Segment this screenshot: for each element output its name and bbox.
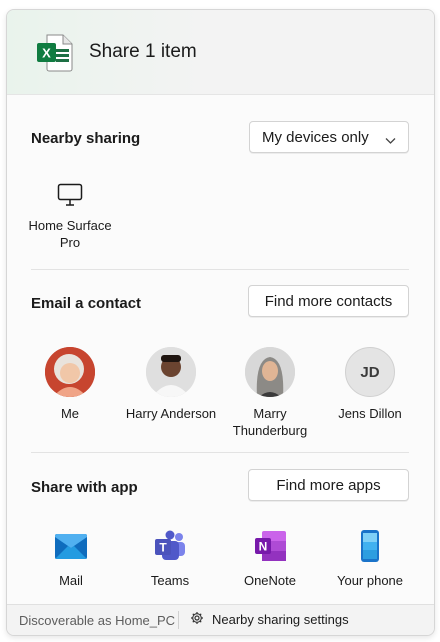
find-more-apps-button[interactable]: Find more apps	[248, 469, 409, 501]
contact-label: Harry Anderson	[125, 406, 217, 421]
dialog-footer: Discoverable as Home_PC Nearby sharing s…	[7, 604, 434, 635]
avatar-initials: JD	[360, 363, 380, 381]
divider	[31, 269, 409, 270]
dialog-body: Nearby sharing My devices only Home Surf…	[7, 94, 434, 605]
avatar	[45, 347, 95, 397]
app-mail[interactable]: Mail	[35, 528, 107, 589]
contact-harry-anderson[interactable]: Harry Anderson	[119, 347, 223, 422]
nearby-sharing-dropdown[interactable]: My devices only	[249, 121, 409, 153]
onenote-icon: N	[253, 528, 287, 564]
device-home-surface-pro[interactable]: Home Surface Pro	[27, 181, 113, 251]
svg-text:T: T	[159, 541, 167, 555]
discoverable-status: Discoverable as Home_PC	[19, 613, 176, 628]
contact-label: Me	[60, 406, 80, 421]
nearby-dropdown-value: My devices only	[262, 128, 369, 146]
device-label: Home Surface Pro	[28, 218, 112, 250]
contact-jens-dillon[interactable]: JD Jens Dillon	[327, 347, 413, 422]
contact-label: Jens Dillon	[338, 406, 402, 421]
contact-label: Marry Thunderburg	[232, 406, 308, 438]
footer-separator	[178, 611, 179, 629]
teams-icon: T	[153, 528, 187, 564]
svg-text:X: X	[42, 46, 51, 61]
phone-icon	[360, 528, 380, 564]
divider	[31, 452, 409, 453]
avatar: JD	[345, 347, 395, 397]
contact-me[interactable]: Me	[30, 347, 110, 422]
gear-icon	[190, 611, 204, 628]
monitor-icon	[57, 181, 83, 209]
find-more-contacts-button[interactable]: Find more contacts	[248, 285, 409, 317]
app-label: Teams	[150, 573, 190, 588]
avatar	[245, 347, 295, 397]
svg-text:N: N	[259, 540, 268, 554]
app-your-phone[interactable]: Your phone	[327, 528, 413, 589]
contact-marry-thunderburg[interactable]: Marry Thunderburg	[225, 347, 315, 439]
mail-icon	[54, 528, 88, 564]
settings-label: Nearby sharing settings	[212, 612, 349, 627]
app-label: Mail	[59, 573, 83, 588]
nearby-sharing-settings-link[interactable]: Nearby sharing settings	[190, 611, 349, 628]
app-teams[interactable]: T Teams	[134, 528, 206, 589]
app-label: OneNote	[243, 573, 297, 588]
share-dialog: X Share 1 item Nearby sharing My devices…	[6, 9, 435, 636]
chevron-down-icon	[385, 132, 396, 149]
app-onenote[interactable]: N OneNote	[234, 528, 306, 589]
excel-file-icon: X	[35, 32, 75, 72]
app-label: Your phone	[336, 573, 404, 588]
nearby-sharing-heading: Nearby sharing	[31, 130, 141, 147]
email-contact-heading: Email a contact	[31, 295, 142, 312]
avatar	[146, 347, 196, 397]
dialog-title: Share 1 item	[89, 41, 197, 62]
share-with-app-heading: Share with app	[31, 479, 138, 496]
dialog-header: X Share 1 item	[7, 10, 434, 94]
